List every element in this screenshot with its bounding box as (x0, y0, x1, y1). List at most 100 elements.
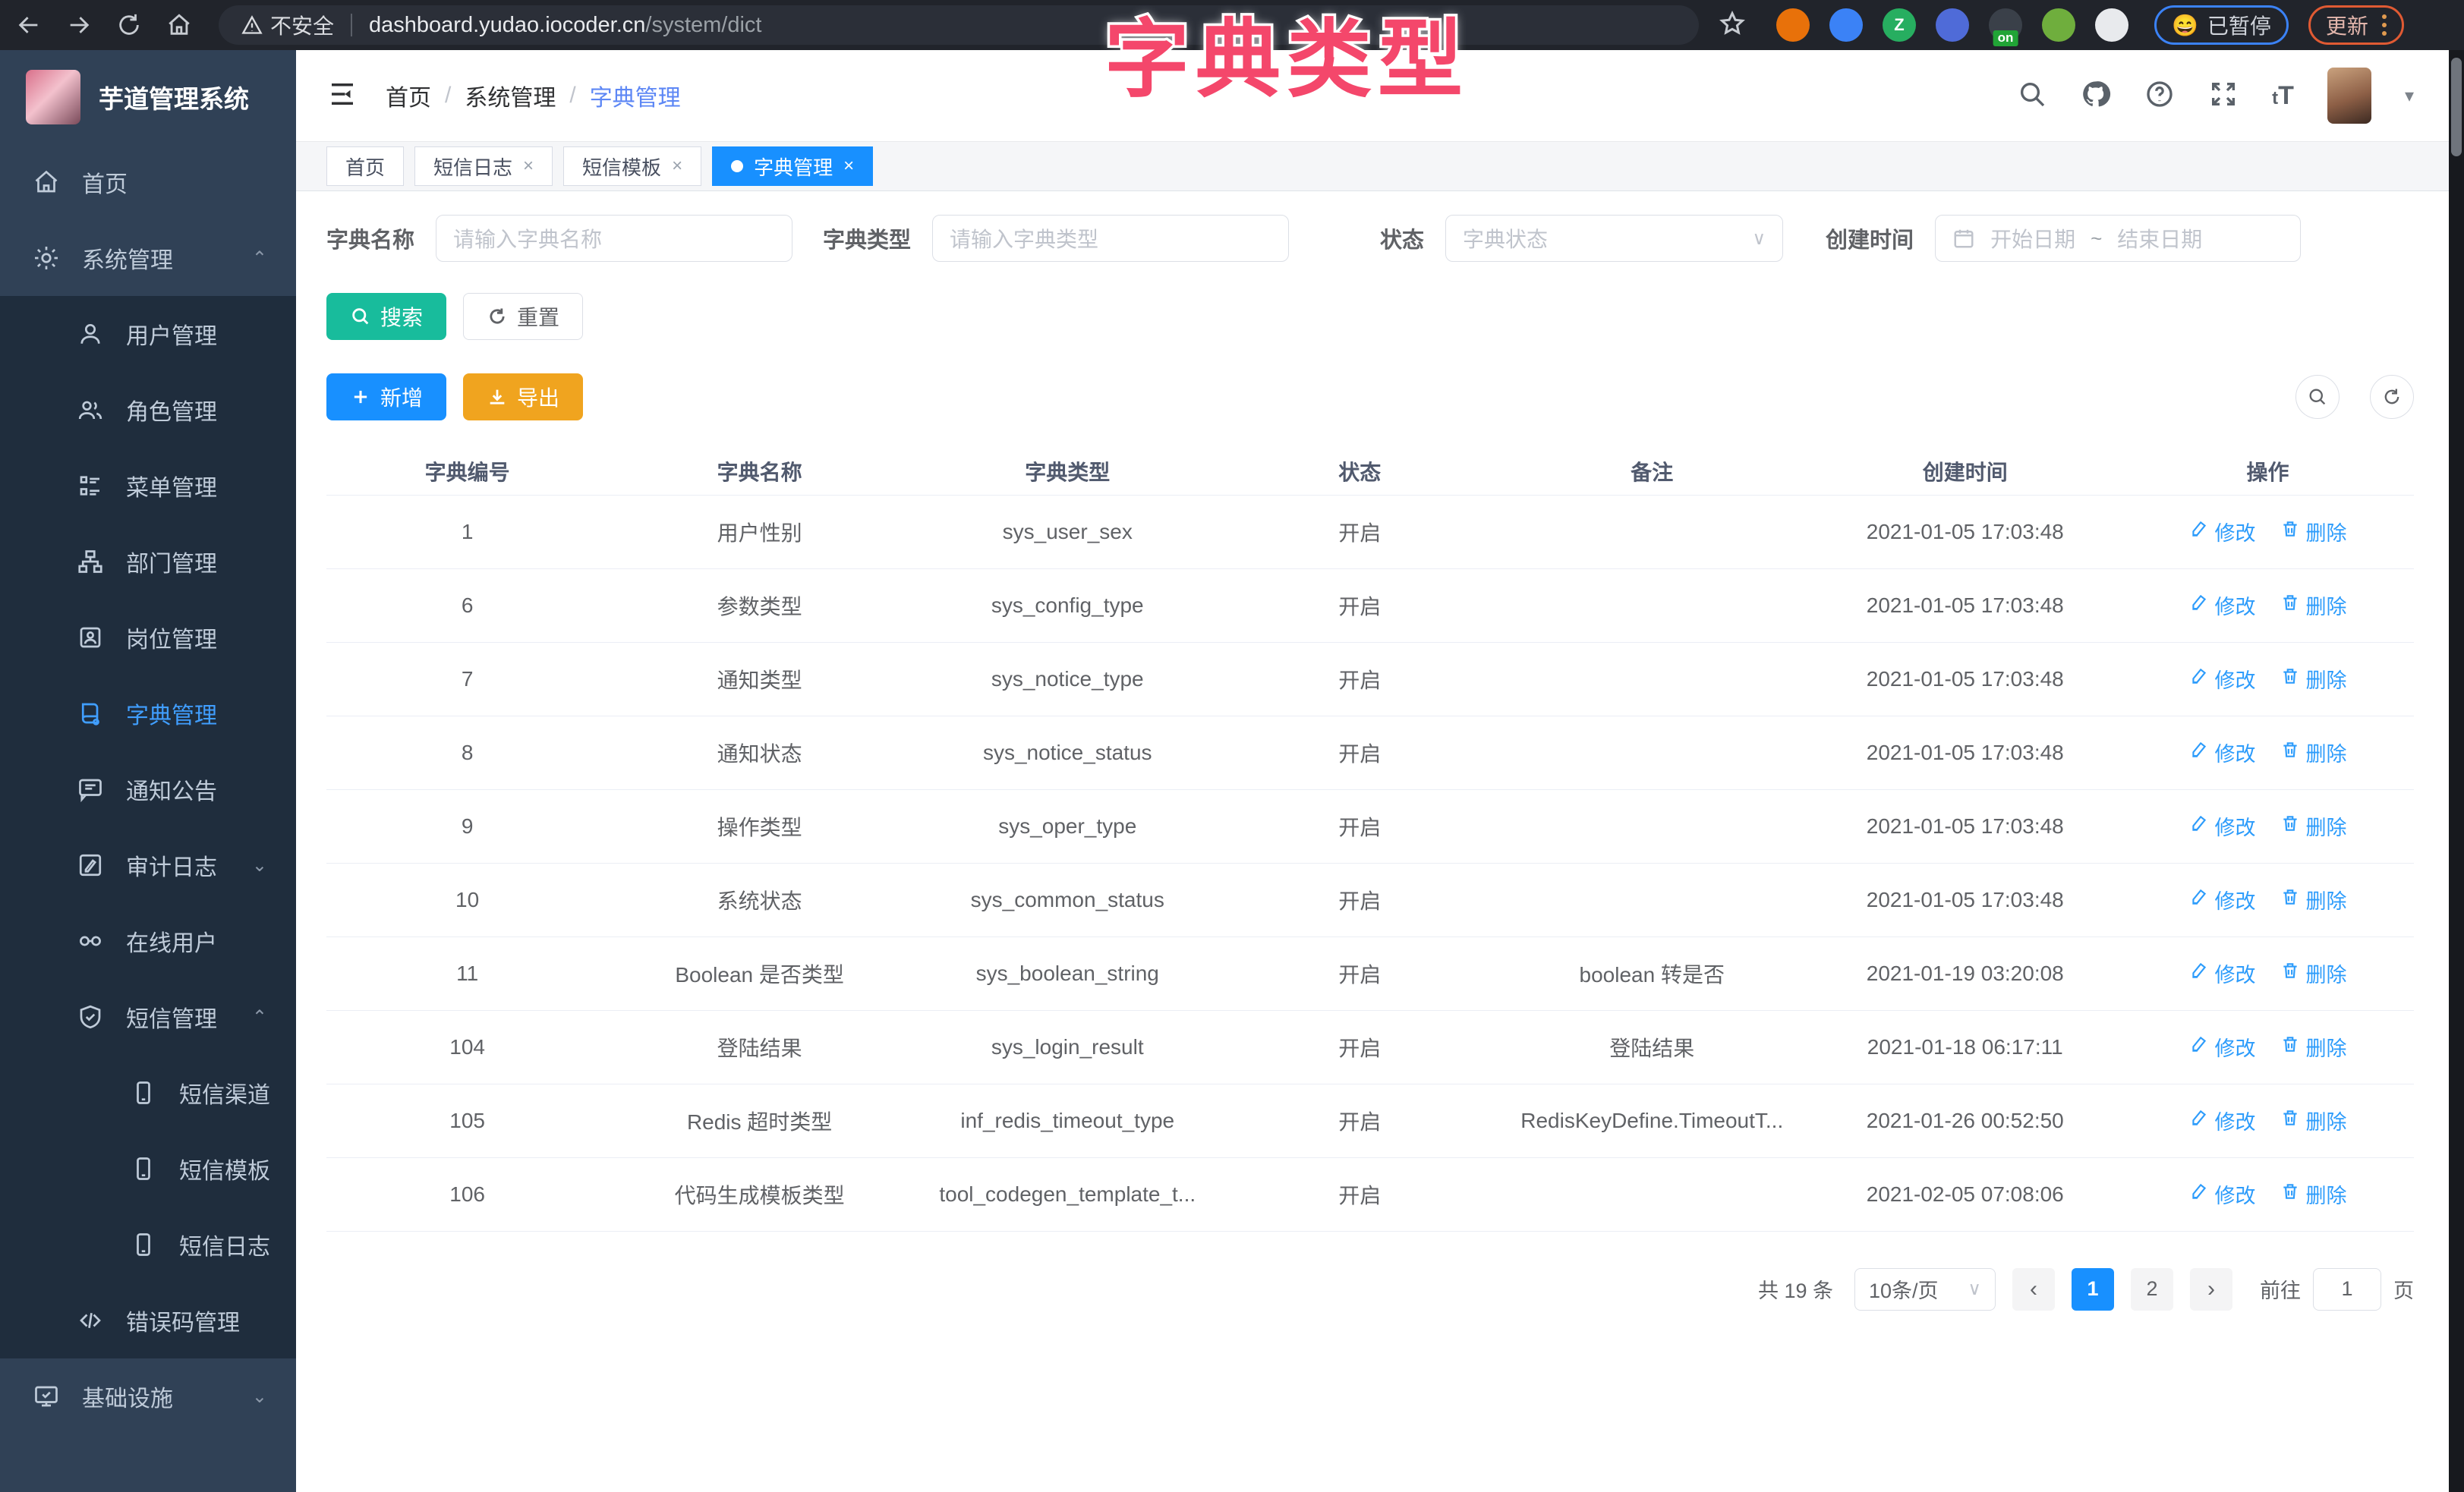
edit-link[interactable]: 修改 (2189, 1179, 2256, 1209)
dict-type-link[interactable]: sys_common_status (911, 863, 1224, 936)
tab-短信日志[interactable]: 短信日志× (414, 146, 553, 186)
collapse-sidebar-icon[interactable] (326, 78, 358, 114)
edit-link[interactable]: 修改 (2189, 664, 2256, 694)
edit-link[interactable]: 修改 (2189, 1032, 2256, 1062)
github-icon[interactable] (2081, 79, 2111, 113)
close-tab-icon[interactable]: × (843, 156, 854, 177)
dict-type-link[interactable]: sys_notice_status (911, 716, 1224, 789)
sidebar-item-菜单管理[interactable]: 菜单管理 (0, 448, 296, 524)
add-button[interactable]: 新增 (326, 373, 446, 420)
extension-green-leaf[interactable] (2042, 8, 2075, 42)
status-select[interactable]: 字典状态 ∨ (1445, 215, 1783, 262)
security-warning[interactable]: 不安全 (241, 10, 334, 40)
next-page-button[interactable]: › (2190, 1268, 2232, 1311)
sidebar-item-系统管理[interactable]: 系统管理⌃ (0, 220, 296, 296)
sidebar-item-在线用户[interactable]: 在线用户 (0, 903, 296, 979)
fullscreen-icon[interactable] (2208, 79, 2239, 113)
app-logo-row[interactable]: 芋道管理系统 (0, 50, 296, 144)
font-size-icon[interactable]: tT (2272, 81, 2294, 111)
reset-button[interactable]: 重置 (463, 293, 583, 340)
sidebar-item-角色管理[interactable]: 角色管理 (0, 372, 296, 448)
sidebar-item-部门管理[interactable]: 部门管理 (0, 524, 296, 600)
forward-icon[interactable] (58, 4, 100, 46)
extension-green-z[interactable]: Z (1883, 8, 1916, 42)
scrollbar-thumb[interactable] (2451, 58, 2462, 156)
extension-list-on[interactable]: on (1989, 8, 2022, 42)
tab-短信模板[interactable]: 短信模板× (563, 146, 701, 186)
delete-link[interactable]: 删除 (2280, 590, 2347, 620)
edit-link[interactable]: 修改 (2189, 517, 2256, 546)
sidebar-item-短信模板[interactable]: 短信模板 (0, 1131, 296, 1207)
browser-menu-icon[interactable] (2382, 14, 2387, 36)
page-scrollbar[interactable] (2449, 50, 2464, 1492)
sidebar-item-字典管理[interactable]: 字典管理 (0, 675, 296, 751)
edit-link[interactable]: 修改 (2189, 738, 2256, 767)
sidebar-item-审计日志[interactable]: 审计日志⌄ (0, 827, 296, 903)
back-icon[interactable] (8, 4, 50, 46)
sidebar-item-通知公告[interactable]: 通知公告 (0, 751, 296, 827)
search-button[interactable]: 搜索 (326, 293, 446, 340)
dict-type-link[interactable]: sys_oper_type (911, 789, 1224, 863)
bookmark-star-icon[interactable] (1719, 10, 1746, 41)
sidebar-item-岗位管理[interactable]: 岗位管理 (0, 600, 296, 675)
delete-link[interactable]: 删除 (2280, 664, 2347, 694)
sidebar-item-短信管理[interactable]: 短信管理⌃ (0, 979, 296, 1055)
tab-首页[interactable]: 首页 (326, 146, 404, 186)
sidebar-item-首页[interactable]: 首页 (0, 144, 296, 220)
close-tab-icon[interactable]: × (672, 156, 682, 177)
delete-link[interactable]: 删除 (2280, 1179, 2347, 1209)
sidebar-item-用户管理[interactable]: 用户管理 (0, 296, 296, 372)
chrome-update-button[interactable]: 更新 (2308, 5, 2404, 45)
sidebar-item-短信渠道[interactable]: 短信渠道 (0, 1055, 296, 1131)
prev-page-button[interactable]: ‹ (2012, 1268, 2055, 1311)
home-icon[interactable] (158, 4, 200, 46)
extension-blue-diamond[interactable] (1936, 8, 1969, 42)
sidebar-item-基础设施[interactable]: 基础设施⌄ (0, 1358, 296, 1434)
edit-link[interactable]: 修改 (2189, 1106, 2256, 1135)
edit-link[interactable]: 修改 (2189, 958, 2256, 988)
delete-link[interactable]: 删除 (2280, 738, 2347, 767)
delete-link[interactable]: 删除 (2280, 958, 2347, 988)
search-icon[interactable] (2017, 79, 2047, 113)
extension-white-figure[interactable] (2095, 8, 2128, 42)
extension-orange-ring[interactable] (1776, 8, 1810, 42)
export-button[interactable]: 导出 (463, 373, 583, 420)
dict-type-link[interactable]: tool_codegen_template_t... (911, 1157, 1224, 1231)
edit-link[interactable]: 修改 (2189, 590, 2256, 620)
tab-字典管理[interactable]: 字典管理× (712, 146, 873, 186)
extension-blue-gem[interactable] (1829, 8, 1863, 42)
dict-type-link[interactable]: sys_notice_type (911, 642, 1224, 716)
delete-link[interactable]: 删除 (2280, 517, 2347, 546)
user-menu-caret-icon[interactable]: ▾ (2405, 85, 2414, 107)
date-range-picker[interactable]: 开始日期 ~ 结束日期 (1935, 215, 2301, 262)
dict-type-link[interactable]: inf_redis_timeout_type (911, 1084, 1224, 1157)
reload-icon[interactable] (108, 4, 150, 46)
page-size-select[interactable]: 10条/页 ∨ (1854, 1268, 1996, 1311)
dict-type-link[interactable]: sys_user_sex (911, 495, 1224, 568)
breadcrumb-home[interactable]: 首页 (386, 79, 431, 112)
close-tab-icon[interactable]: × (523, 156, 534, 177)
sidebar-item-错误码管理[interactable]: 错误码管理 (0, 1283, 296, 1358)
delete-link[interactable]: 删除 (2280, 885, 2347, 914)
dict-type-link[interactable]: sys_login_result (911, 1010, 1224, 1084)
dict-type-link[interactable]: sys_config_type (911, 568, 1224, 642)
delete-link[interactable]: 删除 (2280, 1106, 2347, 1135)
delete-link[interactable]: 删除 (2280, 811, 2347, 841)
page-button-2[interactable]: 2 (2131, 1268, 2173, 1311)
dict-name-input[interactable]: 请输入字典名称 (436, 215, 792, 262)
url-bar[interactable]: 不安全 dashboard.yudao.iocoder.cn/system/di… (219, 5, 1699, 45)
profile-paused-badge[interactable]: 😄 已暂停 (2154, 5, 2289, 45)
refresh-table-button[interactable] (2370, 375, 2414, 419)
delete-link[interactable]: 删除 (2280, 1032, 2347, 1062)
breadcrumb-system[interactable]: 系统管理 (465, 79, 556, 112)
dict-type-input[interactable]: 请输入字典类型 (932, 215, 1289, 262)
help-icon[interactable] (2144, 79, 2175, 113)
edit-link[interactable]: 修改 (2189, 811, 2256, 841)
page-button-1[interactable]: 1 (2072, 1268, 2114, 1311)
show-search-toggle-button[interactable] (2295, 375, 2340, 419)
user-avatar[interactable] (2327, 68, 2371, 124)
sidebar-item-短信日志[interactable]: 短信日志 (0, 1207, 296, 1283)
edit-link[interactable]: 修改 (2189, 885, 2256, 914)
goto-page-input[interactable]: 1 (2313, 1268, 2381, 1311)
dict-type-link[interactable]: sys_boolean_string (911, 936, 1224, 1010)
